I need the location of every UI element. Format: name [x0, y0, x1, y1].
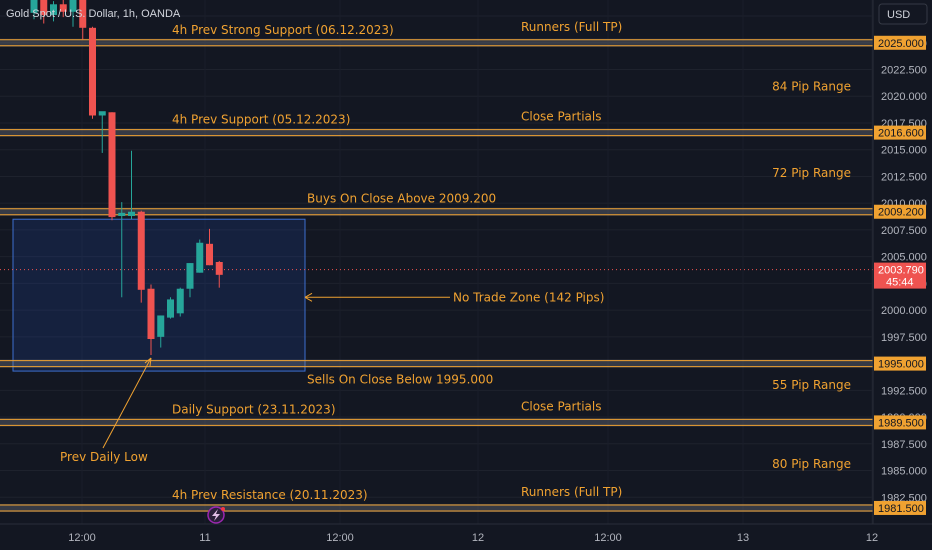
level-label: 4h Prev Support (05.12.2023): [172, 113, 350, 127]
current-price-value: 2003.790: [878, 265, 924, 277]
candle-body: [157, 315, 165, 337]
level-price-label: 1995.000: [878, 359, 924, 371]
chart-title: Gold Spot / U.S. Dollar, 1h, OANDA: [6, 8, 181, 20]
level-side-label: Runners (Full TP): [521, 20, 622, 34]
price-tick: 1992.500: [881, 385, 927, 397]
price-tick: 2007.500: [881, 225, 927, 237]
candle-body: [108, 112, 116, 218]
range-label: 80 Pip Range: [772, 457, 851, 471]
price-tick: 1997.500: [881, 332, 927, 344]
level-price-label: 2009.200: [878, 207, 924, 219]
callout-label: Prev Daily Low: [60, 450, 148, 464]
level-label: Daily Support (23.11.2023): [172, 402, 336, 416]
time-tick: 12:00: [326, 532, 354, 544]
level-side-label: Runners (Full TP): [521, 485, 622, 499]
candle-body: [206, 243, 213, 266]
price-tick: 2000.000: [881, 305, 927, 317]
zone-label: No Trade Zone (142 Pips): [453, 290, 604, 304]
level-price-label: 1989.500: [878, 417, 924, 429]
price-tick: 1985.000: [881, 466, 927, 478]
price-tick: 1987.500: [881, 439, 927, 451]
time-tick: 12:00: [594, 532, 622, 544]
level-price-label: 1981.500: [878, 503, 924, 515]
price-tick: 2020.000: [881, 91, 927, 103]
currency-button[interactable]: USD: [878, 3, 928, 25]
price-tick: 2012.500: [881, 171, 927, 183]
level-side-label: Close Partials: [521, 110, 601, 124]
candle-body: [98, 111, 106, 116]
range-label: 72 Pip Range: [772, 166, 851, 180]
time-tick: 12: [472, 532, 484, 544]
price-tick: 2005.000: [881, 252, 927, 264]
time-tick: 12:00: [68, 532, 96, 544]
range-label: 84 Pip Range: [772, 80, 851, 94]
candle-body: [147, 288, 155, 339]
level-label: Sells On Close Below 1995.000: [307, 373, 493, 387]
candle-body: [128, 211, 135, 217]
time-tick: 12: [866, 532, 878, 544]
price-tick: 2015.000: [881, 145, 927, 157]
candle-body: [196, 242, 204, 273]
no-trade-zone-box: [12, 218, 306, 372]
no-trade-zone: [12, 218, 306, 372]
level-price-label: 2025.000: [878, 38, 924, 50]
candle-body: [89, 27, 96, 116]
candle-body: [118, 212, 126, 217]
candle-body: [215, 262, 223, 275]
level-label: Buys On Close Above 2009.200: [307, 192, 496, 206]
level-price-label: 2016.600: [878, 128, 924, 140]
candle-body: [137, 211, 145, 290]
currency-label: USD: [887, 9, 910, 21]
lightning-icon[interactable]: [207, 506, 225, 524]
candle-body: [186, 263, 194, 289]
level-side-label: Close Partials: [521, 399, 601, 413]
candle-body: [176, 288, 184, 314]
price-chart[interactable]: 4h Prev Strong Support (06.12.2023) Runne…: [0, 0, 932, 550]
level-label: 4h Prev Strong Support (06.12.2023): [172, 23, 394, 37]
price-tick: 2022.500: [881, 65, 927, 77]
price-countdown: 45:44: [886, 277, 914, 289]
level-label: 4h Prev Resistance (20.11.2023): [172, 488, 368, 502]
time-tick: 11: [199, 532, 210, 544]
candle-body: [167, 299, 174, 318]
range-label: 55 Pip Range: [772, 378, 851, 392]
time-tick: 13: [737, 532, 749, 544]
